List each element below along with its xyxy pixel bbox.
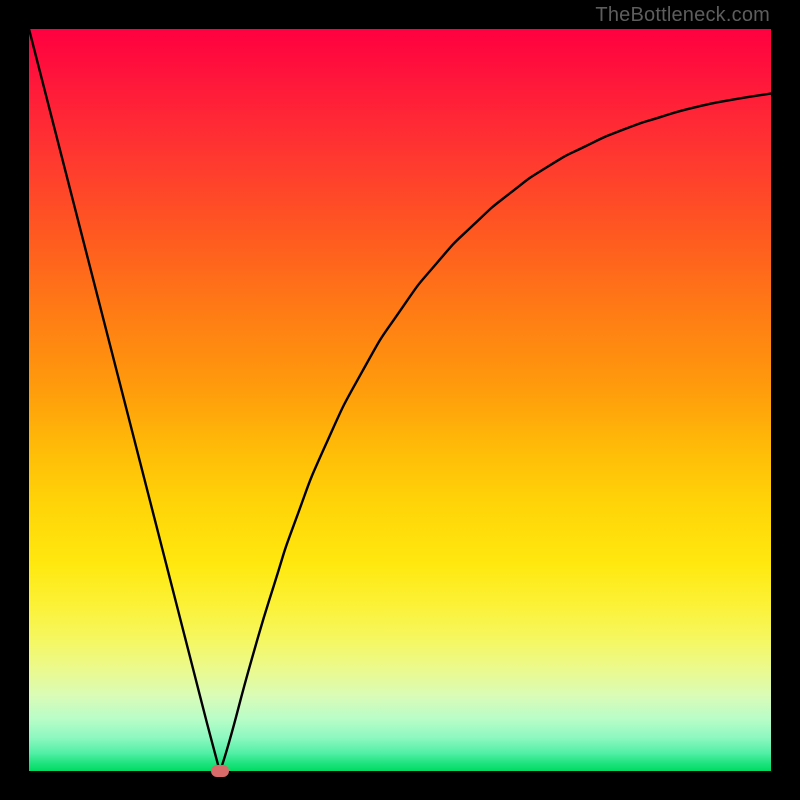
- optimum-marker: [211, 765, 229, 777]
- attribution-text: TheBottleneck.com: [595, 4, 770, 27]
- bottleneck-curve: [29, 29, 771, 771]
- chart-frame: TheBottleneck.com: [0, 0, 800, 800]
- curve-svg: [29, 29, 771, 771]
- plot-area: [29, 29, 771, 771]
